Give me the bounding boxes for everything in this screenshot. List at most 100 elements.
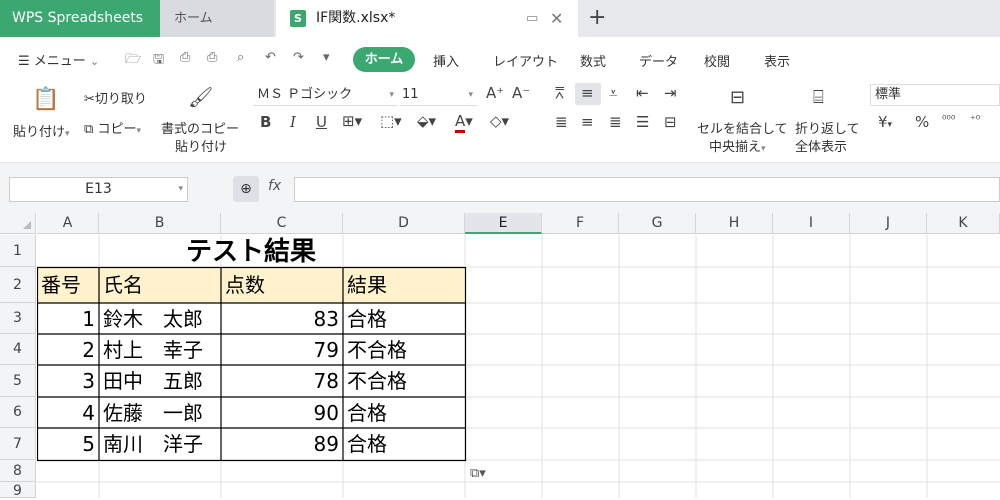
- wrap-text-icon[interactable]: ⌸: [813, 87, 824, 108]
- table-cell-number[interactable]: 3: [37, 366, 99, 396]
- table-cell-name[interactable]: 鈴木 太郎: [99, 304, 221, 334]
- table-cell-result[interactable]: 合格: [343, 398, 465, 428]
- customize-toolbar-icon[interactable]: ▾: [323, 50, 330, 65]
- header-cell-score[interactable]: 点数: [221, 270, 343, 300]
- fill-color-icon[interactable]: ⬙▾: [417, 112, 436, 130]
- decrease-font-icon[interactable]: A⁻: [512, 84, 530, 102]
- fx-label[interactable]: fx: [268, 178, 281, 194]
- table-cell-result[interactable]: 不合格: [343, 335, 465, 365]
- currency-button[interactable]: ¥▾: [878, 113, 892, 131]
- font-size-select[interactable]: 11 ▾: [400, 84, 477, 106]
- column-header-i[interactable]: I: [773, 213, 850, 234]
- tab-review[interactable]: 校閲: [704, 51, 730, 70]
- thousands-icon[interactable]: ⁰⁰⁰: [942, 113, 955, 126]
- paste-button[interactable]: 貼り付け▾: [13, 121, 70, 140]
- print-icon[interactable]: ⎙: [207, 50, 217, 65]
- table-cell-name[interactable]: 南川 洋子: [99, 429, 221, 459]
- merge-center-label-1[interactable]: セルを結合して: [697, 118, 788, 137]
- border-icon[interactable]: ⊞▾: [342, 112, 362, 130]
- table-cell-number[interactable]: 4: [37, 398, 99, 428]
- new-tab-button[interactable]: +: [588, 0, 606, 35]
- table-cell-number[interactable]: 5: [37, 429, 99, 459]
- tab-view[interactable]: 表示: [764, 51, 790, 70]
- merge-cells-icon[interactable]: ⊟: [730, 87, 745, 108]
- tab-home[interactable]: ホーム: [353, 47, 415, 72]
- print-preview-icon[interactable]: ⌕: [237, 50, 244, 65]
- align-middle-icon[interactable]: ≡: [581, 84, 594, 102]
- open-folder-icon[interactable]: 🗁: [125, 50, 141, 72]
- tab-insert[interactable]: 挿入: [433, 51, 459, 70]
- column-header-a[interactable]: A: [37, 213, 99, 234]
- decrease-indent-icon[interactable]: ⇤: [636, 84, 649, 102]
- wps-brand-tab[interactable]: WPS Spreadsheets: [0, 0, 160, 37]
- column-header-c[interactable]: C: [221, 213, 343, 234]
- row-header-6[interactable]: 6: [0, 397, 36, 428]
- header-cell-number[interactable]: 番号: [37, 270, 99, 300]
- column-header-h[interactable]: H: [696, 213, 773, 234]
- number-format-select[interactable]: 標準: [870, 84, 1000, 106]
- tab-data[interactable]: データ: [639, 51, 678, 70]
- sheet-title-cell[interactable]: テスト結果: [37, 235, 465, 267]
- row-header-5[interactable]: 5: [0, 365, 36, 397]
- home-tab[interactable]: ホーム: [160, 0, 274, 37]
- header-cell-result[interactable]: 結果: [343, 270, 465, 300]
- table-cell-score[interactable]: 89: [221, 429, 343, 459]
- align-center-icon[interactable]: ≡: [581, 113, 594, 131]
- merge-center-button[interactable]: 中央揃え▾: [709, 136, 766, 155]
- table-cell-result[interactable]: 合格: [343, 429, 465, 459]
- header-cell-name[interactable]: 氏名: [99, 270, 221, 300]
- redo-icon[interactable]: ↷: [293, 50, 304, 65]
- align-bottom-icon[interactable]: ⩡: [609, 84, 617, 102]
- decimal-icon[interactable]: ⁺⁰: [970, 113, 980, 126]
- column-header-d[interactable]: D: [343, 213, 465, 234]
- table-cell-result[interactable]: 不合格: [343, 366, 465, 396]
- distributed-icon[interactable]: ⊟: [664, 113, 677, 131]
- table-cell-number[interactable]: 1: [37, 304, 99, 334]
- monitor-icon[interactable]: ▭: [526, 0, 538, 37]
- zoom-icon[interactable]: ⊕: [233, 176, 259, 202]
- row-header-3[interactable]: 3: [0, 303, 36, 334]
- underline-button[interactable]: U: [316, 113, 327, 131]
- align-top-icon[interactable]: ⩞: [555, 84, 564, 102]
- increase-font-icon[interactable]: A⁺: [486, 84, 504, 102]
- format-painter-label-2[interactable]: 貼り付け: [175, 136, 227, 155]
- format-painter-label-1[interactable]: 書式のコピー: [161, 118, 239, 137]
- column-header-f[interactable]: F: [542, 213, 619, 234]
- table-cell-name[interactable]: 佐藤 一郎: [99, 398, 221, 428]
- column-header-b[interactable]: B: [99, 213, 221, 234]
- menu-button[interactable]: ☰ メニュー ⌄: [18, 50, 99, 69]
- table-cell-score[interactable]: 83: [221, 304, 343, 334]
- table-cell-name[interactable]: 田中 五郎: [99, 366, 221, 396]
- save-icon[interactable]: 🖫: [153, 50, 164, 72]
- percent-button[interactable]: %: [915, 113, 929, 131]
- row-header-2[interactable]: 2: [0, 267, 36, 303]
- format-painter-icon[interactable]: 🖌: [188, 85, 213, 109]
- font-name-select[interactable]: ＭＳ Ｐゴシック ▾: [253, 84, 398, 106]
- table-cell-score[interactable]: 90: [221, 398, 343, 428]
- copy-button[interactable]: ⧉ コピー▾: [84, 118, 141, 137]
- close-icon[interactable]: ✕: [550, 0, 563, 37]
- cell-style-icon[interactable]: ⬚▾: [380, 112, 402, 130]
- export-pdf-icon[interactable]: ⎙: [180, 50, 190, 65]
- tab-formulas[interactable]: 数式: [580, 51, 606, 70]
- column-header-e[interactable]: E: [465, 213, 542, 234]
- increase-indent-icon[interactable]: ⇥: [664, 84, 677, 102]
- select-all-corner[interactable]: [0, 213, 36, 234]
- paste-icon[interactable]: 📋: [32, 87, 59, 112]
- undo-icon[interactable]: ↶: [265, 50, 276, 65]
- row-header-4[interactable]: 4: [0, 334, 36, 365]
- tab-layout[interactable]: レイアウト: [493, 51, 558, 70]
- cut-button[interactable]: ✂切り取り: [84, 88, 147, 107]
- column-header-j[interactable]: J: [850, 213, 927, 234]
- align-right-icon[interactable]: ≣: [609, 113, 622, 131]
- file-tab[interactable]: S IF関数.xlsx* ▭ ✕: [276, 0, 578, 37]
- table-cell-score[interactable]: 78: [221, 366, 343, 396]
- column-header-k[interactable]: K: [927, 213, 1000, 234]
- table-cell-score[interactable]: 79: [221, 335, 343, 365]
- row-header-7[interactable]: 7: [0, 428, 36, 460]
- align-left-icon[interactable]: ≣: [555, 113, 568, 131]
- font-color-button[interactable]: A▾: [455, 112, 473, 133]
- row-header-9[interactable]: 9: [0, 482, 36, 499]
- italic-button[interactable]: I: [290, 113, 296, 131]
- name-box[interactable]: E13 ▾: [9, 177, 188, 202]
